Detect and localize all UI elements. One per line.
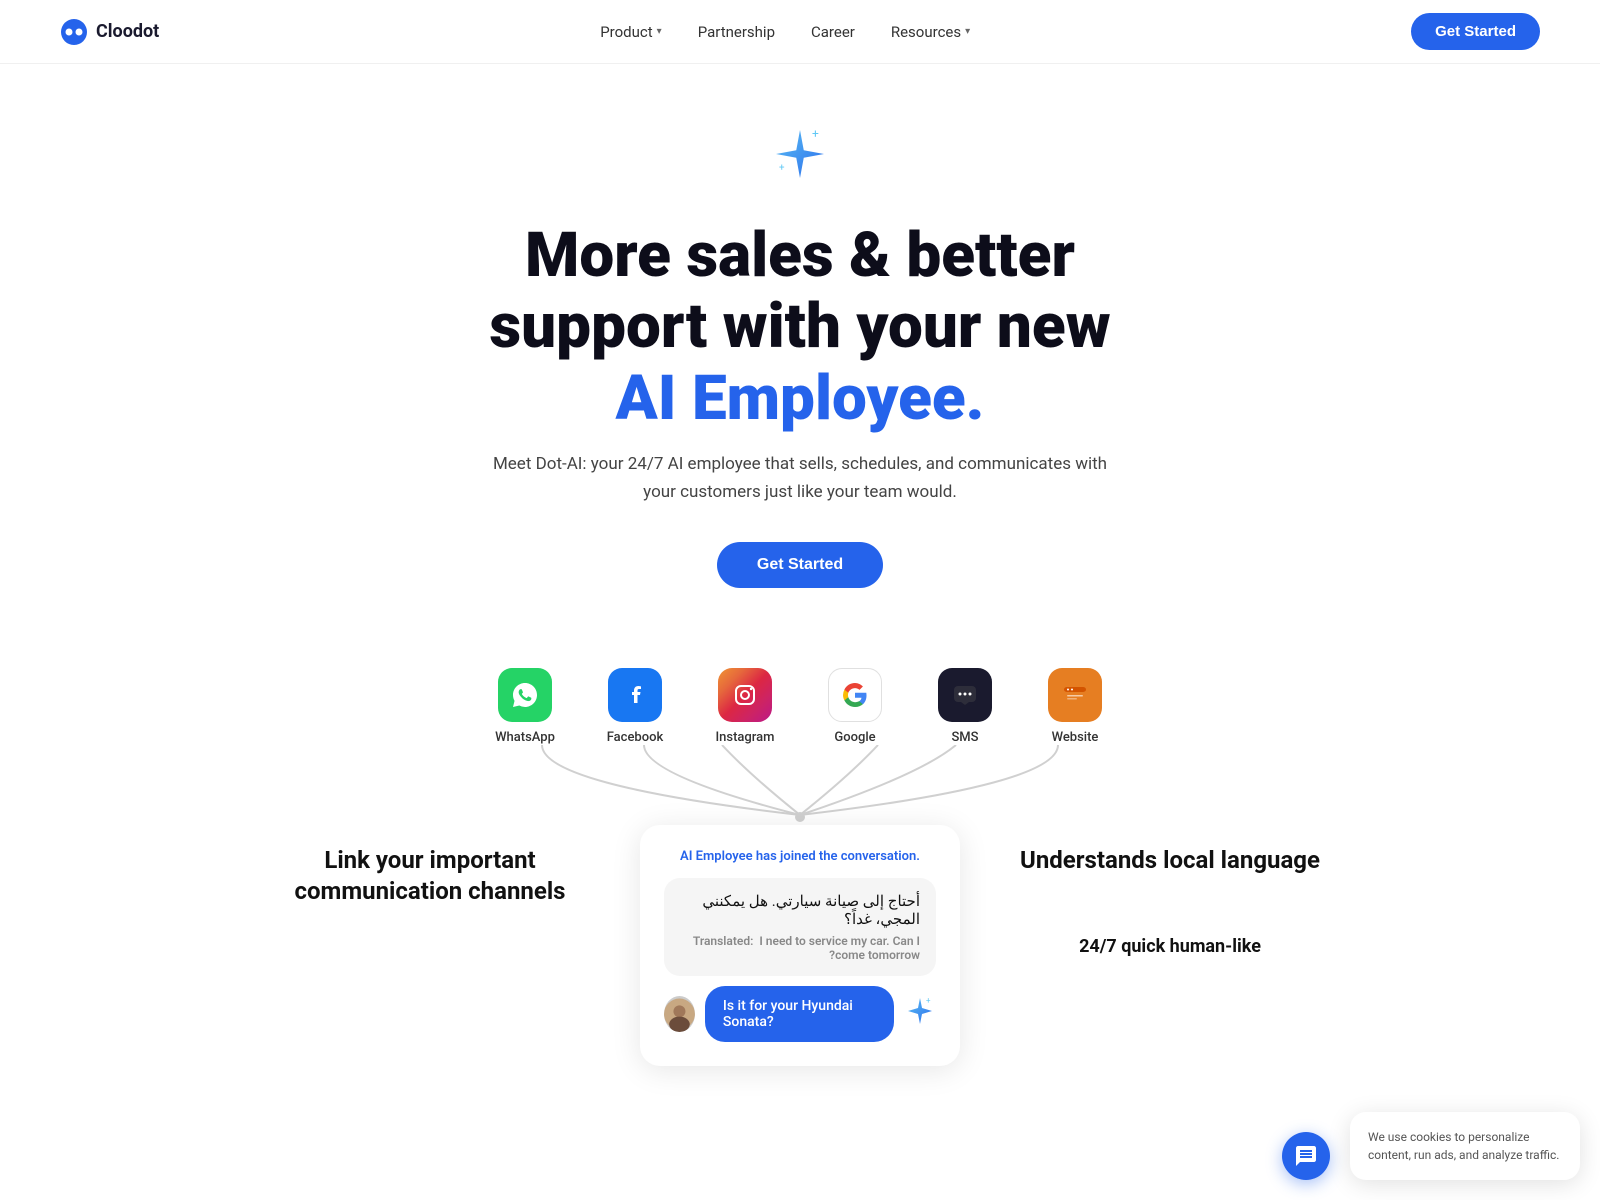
hero-get-started-button[interactable]: Get Started [717,542,883,588]
right-side-text: Understands local language 24/7 quick hu… [1000,825,1340,957]
website-icon [1048,668,1102,722]
svg-text:+: + [812,127,819,141]
google-label: Google [834,730,875,745]
chevron-down-icon: ▾ [657,26,662,37]
svg-text:+: + [926,996,931,1005]
channel-facebook: Facebook [580,668,690,745]
channel-instagram: Instagram [690,668,800,745]
nav-resources[interactable]: Resources ▾ [891,23,970,41]
response-text: Is it for your Hyundai Sonata? [723,998,853,1030]
chat-fab-button[interactable] [1282,1132,1330,1180]
instagram-icon [718,668,772,722]
sms-icon [938,668,992,722]
chat-fab-icon [1294,1144,1318,1168]
chat-header: AI Employee has joined the conversation. [664,849,936,864]
sms-label: SMS [951,730,978,745]
logo[interactable]: Cloodot [60,18,159,46]
facebook-icon [608,668,662,722]
lower-section: Link your important communication channe… [200,825,1400,1126]
google-icon [828,668,882,722]
nav-links: Product ▾ Partnership Career Resources ▾ [600,23,970,41]
channel-google: Google [800,668,910,745]
nav-career[interactable]: Career [811,23,855,41]
ai-sparkle-icon: + [904,995,936,1033]
left-side-text: Link your important communication channe… [260,825,600,907]
cookie-banner: We use cookies to personalize content, r… [1350,1112,1580,1180]
ai-employee-label: AI Employee [680,849,753,864]
hero-section: + + More sales & better support with you… [0,64,1600,628]
response-wrap: Is it for your Hyundai Sonata? + [664,986,936,1042]
navigation: Cloodot Product ▾ Partnership Career Res… [0,0,1600,64]
chat-card: AI Employee has joined the conversation.… [640,825,960,1066]
brand-name: Cloodot [96,21,159,42]
hero-subtitle: Meet Dot-AI: your 24/7 AI employee that … [490,450,1110,506]
user-avatar [664,996,695,1032]
whatsapp-label: WhatsApp [495,730,555,745]
arabic-message-bubble: أحتاج إلى صيانة سيارتي. هل يمكنني المجي،… [664,878,936,976]
chat-header-suffix: has joined the conversation. [756,849,920,864]
nav-product[interactable]: Product ▾ [600,23,661,41]
channel-website: Website [1020,668,1130,745]
facebook-label: Facebook [607,730,664,745]
arabic-text: أحتاج إلى صيانة سيارتي. هل يمكنني المجي،… [680,892,920,928]
understands-language-title: Understands local language [1000,845,1340,876]
hero-headline: More sales & better support with your ne… [450,220,1150,434]
translated-label: Translated: [693,934,753,948]
channel-sms: SMS [910,668,1020,745]
link-channels-title: Link your important communication channe… [260,845,600,907]
ai-response-bubble: Is it for your Hyundai Sonata? [705,986,894,1042]
hero-sparkle-icon: + + [760,124,840,204]
instagram-label: Instagram [715,730,774,745]
channels-row: WhatsApp Facebook Instagram [0,628,1600,745]
nav-partnership[interactable]: Partnership [698,23,775,41]
quick-human-title: 24/7 quick human-like [1000,936,1340,957]
connector-svg [490,745,1110,825]
logo-icon [60,18,88,46]
translated-content: I need to service my car. Can I come tom… [759,934,920,962]
channels-connector [0,745,1600,825]
svg-text:+: + [779,163,785,174]
nav-get-started-button[interactable]: Get Started [1411,13,1540,50]
channel-whatsapp: WhatsApp [470,668,580,745]
cookie-text: We use cookies to personalize content, r… [1368,1128,1562,1164]
website-label: Website [1052,730,1099,745]
hero-highlight: AI Employee. [616,362,985,435]
chevron-down-icon: ▾ [965,26,970,37]
translated-text: Translated: I need to service my car. Ca… [680,934,920,962]
whatsapp-icon [498,668,552,722]
